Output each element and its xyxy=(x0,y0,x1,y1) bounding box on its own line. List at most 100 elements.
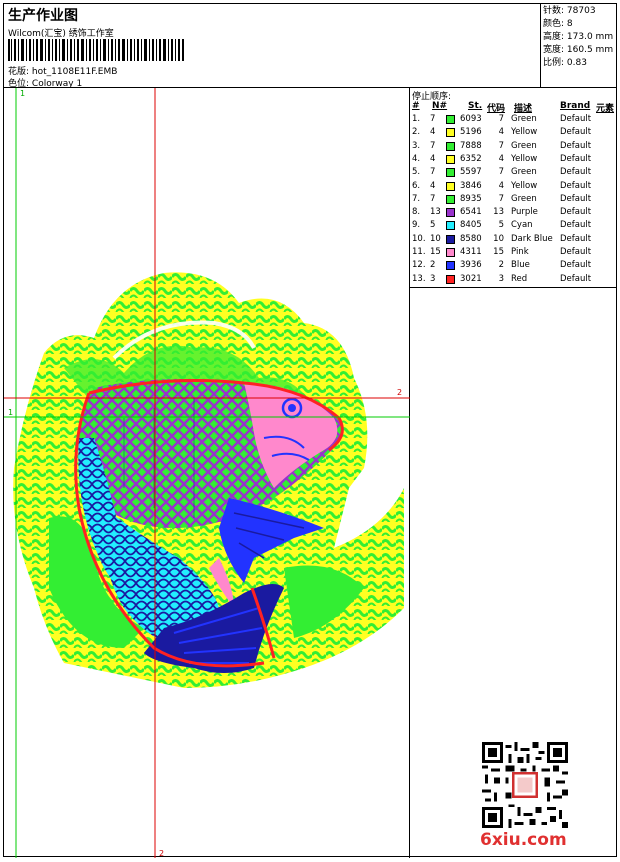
row-code: 2 xyxy=(498,260,504,271)
stat-scale: 比例: 0.83 xyxy=(543,58,587,68)
color-swatch xyxy=(446,194,455,204)
col-header-brand: Brand xyxy=(560,101,591,111)
row-idx: 5. xyxy=(412,167,421,178)
row-code: 4 xyxy=(498,180,504,191)
row-desc: Dark Blue xyxy=(511,233,553,244)
row-st: 5196 xyxy=(460,127,482,138)
color-swatch xyxy=(446,168,455,178)
row-n: 4 xyxy=(430,153,436,164)
col-header-code: 代码 xyxy=(487,104,506,114)
col-header-stitches: St. xyxy=(468,101,483,111)
sequence-row: 1. 7 6093 7 Green Default xyxy=(410,114,617,127)
row-st: 3021 xyxy=(460,273,482,284)
col-header-element: 元素 xyxy=(596,104,615,114)
row-n: 4 xyxy=(430,180,436,191)
row-brand: Default xyxy=(560,247,592,257)
color-swatch xyxy=(446,115,455,124)
sequence-row: 11. 15 4311 15 Pink Default xyxy=(410,247,617,260)
stat-width: 宽度: 160.5 mm xyxy=(543,45,614,55)
color-swatch xyxy=(446,128,455,138)
row-brand: Default xyxy=(560,220,592,231)
sequence-row: 3. 7 7888 7 Green Default xyxy=(410,141,617,154)
sequence-row: 10. 10 8580 10 Dark Blue Default xyxy=(410,234,617,247)
sequence-row: 7. 7 8935 7 Green Default xyxy=(410,194,617,207)
stop-sequence-panel: 停止顺序: # N# St. 代码 描述 Brand 元素 1. 7 6093 7 Gr… xyxy=(410,88,617,288)
row-st: 4311 xyxy=(460,247,482,257)
row-code: 7 xyxy=(498,193,504,204)
row-brand: Default xyxy=(560,207,592,218)
sequence-row: 13. 3 3021 3 Red Default xyxy=(410,274,617,287)
row-st: 8405 xyxy=(460,220,482,231)
sequence-row: 6. 4 3846 4 Yellow Default xyxy=(410,181,617,194)
col-header-needle: N# xyxy=(432,101,448,111)
row-st: 8580 xyxy=(460,233,482,244)
row-idx: 11. xyxy=(412,247,426,257)
row-st: 3846 xyxy=(460,180,482,191)
row-desc: Green xyxy=(511,114,537,124)
guide-label-v2: 2 xyxy=(159,849,164,858)
row-desc: Red xyxy=(511,273,528,284)
row-desc: Green xyxy=(511,167,537,178)
col-header-desc: 描述 xyxy=(514,104,533,114)
guide-label-h2: 2 xyxy=(397,388,402,397)
color-swatch xyxy=(446,234,455,244)
col-header-index: # xyxy=(412,101,420,111)
header-info: 生产作业图 Wilcom(汇宝) 绣饰工作室 花版: hot_1108E11F.… xyxy=(4,4,541,89)
row-idx: 12. xyxy=(412,260,426,271)
guide-label-v1: 1 xyxy=(20,89,25,98)
row-st: 7888 xyxy=(460,140,482,151)
row-st: 6541 xyxy=(460,207,482,218)
qr-code-image xyxy=(482,742,568,828)
row-st: 3936 xyxy=(460,260,482,271)
row-idx: 13. xyxy=(412,273,426,284)
row-code: 15 xyxy=(493,247,504,257)
row-desc: Pink xyxy=(511,247,529,257)
row-st: 8935 xyxy=(460,193,482,204)
row-brand: Default xyxy=(560,167,592,178)
color-swatch xyxy=(446,261,455,271)
stats-panel: 针数: 78703 颜色: 8 高度: 173.0 mm 宽度: 160.5 m… xyxy=(541,4,617,88)
row-desc: Yellow xyxy=(511,180,538,191)
stat-height: 高度: 173.0 mm xyxy=(543,32,614,42)
row-desc: Blue xyxy=(511,260,530,271)
row-st: 6093 xyxy=(460,114,482,124)
row-desc: Yellow xyxy=(511,153,538,164)
row-n: 4 xyxy=(430,127,436,138)
design-canvas: 1 1 2 2 xyxy=(4,88,410,858)
row-brand: Default xyxy=(560,193,592,204)
embroidery-preview: 1 1 2 2 xyxy=(4,88,410,858)
color-swatch xyxy=(446,208,455,218)
row-st: 6352 xyxy=(460,153,482,164)
row-n: 7 xyxy=(430,167,436,178)
row-n: 15 xyxy=(430,247,441,257)
row-code: 7 xyxy=(498,167,504,178)
row-n: 7 xyxy=(430,193,436,204)
row-brand: Default xyxy=(560,260,592,271)
row-code: 4 xyxy=(498,127,504,138)
row-code: 7 xyxy=(498,114,504,124)
stat-colors: 颜色: 8 xyxy=(543,19,573,29)
row-brand: Default xyxy=(560,233,592,244)
row-idx: 3. xyxy=(412,140,421,151)
sequence-row: 5. 7 5597 7 Green Default xyxy=(410,167,617,180)
row-code: 4 xyxy=(498,153,504,164)
color-swatch xyxy=(446,248,455,257)
sequence-row: 2. 4 5196 4 Yellow Default xyxy=(410,127,617,140)
row-n: 5 xyxy=(430,220,436,231)
color-swatch xyxy=(446,154,455,164)
row-idx: 2. xyxy=(412,127,421,138)
row-code: 5 xyxy=(498,220,504,231)
color-swatch xyxy=(446,274,455,284)
row-idx: 4. xyxy=(412,153,421,164)
barcode-image xyxy=(8,39,184,61)
color-swatch xyxy=(446,181,455,191)
row-code: 13 xyxy=(493,207,504,218)
row-idx: 8. xyxy=(412,207,421,218)
sequence-row: 8. 13 6541 13 Purple Default xyxy=(410,207,617,220)
row-idx: 6. xyxy=(412,180,421,191)
stat-stitches: 针数: 78703 xyxy=(543,6,596,16)
row-n: 3 xyxy=(430,273,436,284)
row-desc: Yellow xyxy=(511,127,538,138)
row-code: 7 xyxy=(498,140,504,151)
page-title: 生产作业图 xyxy=(8,8,78,24)
